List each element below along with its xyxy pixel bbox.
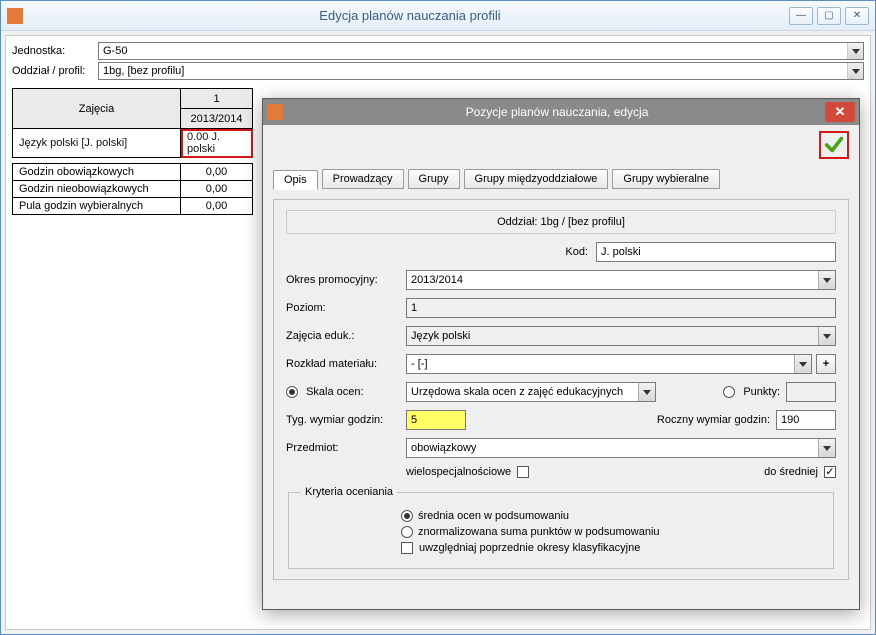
kryteria-legend: Kryteria oceniania <box>301 486 397 498</box>
chevron-down-icon <box>818 327 835 345</box>
skala-value: Urzędowa skala ocen z zajęć edukacyjnych <box>411 386 623 398</box>
window-controls: — ▢ ✕ <box>789 7 869 25</box>
chevron-down-icon <box>794 355 811 373</box>
godzin-obow-value: 0,00 <box>181 164 253 181</box>
kod-label: Kod: <box>565 246 588 258</box>
main-title: Edycja planów nauczania profili <box>31 8 789 23</box>
minimize-button[interactable]: — <box>789 7 813 25</box>
wielospec-checkbox[interactable] <box>517 466 529 478</box>
skala-radio[interactable] <box>286 386 298 398</box>
main-titlebar: Edycja planów nauczania profili — ▢ ✕ <box>1 1 875 31</box>
oddzial-label: Oddział / profil: <box>12 65 98 77</box>
poziom-input: 1 <box>406 298 836 318</box>
maximize-button[interactable]: ▢ <box>817 7 841 25</box>
poziom-value: 1 <box>411 302 417 314</box>
plan-table: Zajęcia 1 2013/2014 Język polski [J. pol… <box>12 88 253 215</box>
skala-combo[interactable]: Urzędowa skala ocen z zajęć edukacyjnych <box>406 382 656 402</box>
add-rozklad-button[interactable]: + <box>816 354 836 374</box>
edit-dialog: Pozycje planów nauczania, edycja ✕ Opis … <box>262 98 860 610</box>
jednostka-combo[interactable]: G-50 <box>98 42 864 60</box>
krit-uwzgl-label: uwzględniaj poprzednie okresy klasyfikac… <box>419 542 640 554</box>
godzin-nieobow-label: Godzin nieobowiązkowych <box>13 181 181 198</box>
col1-year: 2013/2014 <box>181 109 253 129</box>
jednostka-label: Jednostka: <box>12 45 98 57</box>
chevron-down-icon <box>818 271 835 289</box>
kryteria-opt-uwzgl[interactable]: uwzględniaj poprzednie okresy klasyfikac… <box>401 542 821 554</box>
tab-grupy[interactable]: Grupy <box>408 169 460 189</box>
chevron-down-icon <box>847 63 863 79</box>
dialog-title: Pozycje planów nauczania, edycja <box>289 105 825 119</box>
przedmiot-label: Przedmiot: <box>286 442 406 454</box>
krit-srednia-radio[interactable] <box>401 510 413 522</box>
pula-label: Pula godzin wybieralnych <box>13 198 181 215</box>
tyg-label: Tyg. wymiar godzin: <box>286 414 406 426</box>
dialog-close-button[interactable]: ✕ <box>825 102 855 122</box>
tab-bar: Opis Prowadzący Grupy Grupy międzyoddzia… <box>273 169 849 189</box>
chevron-down-icon <box>818 439 835 457</box>
kryteria-fieldset: Kryteria oceniania średnia ocen w podsum… <box>288 486 834 569</box>
skala-label: Skala ocen: <box>306 386 363 398</box>
pula-value: 0,00 <box>181 198 253 215</box>
oddzial-value: 1bg, [bez profilu] <box>103 65 184 77</box>
tab-prowadzacy[interactable]: Prowadzący <box>322 169 404 189</box>
godzin-nieobow-value: 0,00 <box>181 181 253 198</box>
tyg-input[interactable]: 5 <box>406 410 466 430</box>
close-button[interactable]: ✕ <box>845 7 869 25</box>
roczny-label: Roczny wymiar godzin: <box>657 414 770 426</box>
check-icon <box>823 134 845 156</box>
col1-number: 1 <box>181 89 253 109</box>
roczny-input[interactable]: 190 <box>776 410 836 430</box>
krit-srednia-label: średnia ocen w podsumowaniu <box>418 510 569 522</box>
punkty-input <box>786 382 836 402</box>
punkty-radio-wrap[interactable]: Punkty: <box>723 386 780 398</box>
zajecia-eduk-label: Zajęcia eduk.: <box>286 330 406 342</box>
godzin-obow-label: Godzin obowiązkowych <box>13 164 181 181</box>
krit-znorm-radio[interactable] <box>401 526 413 538</box>
app-icon <box>7 8 23 24</box>
przedmiot-value: obowiązkowy <box>411 442 476 454</box>
okres-value: 2013/2014 <box>411 274 463 286</box>
okres-label: Okres promocyjny: <box>286 274 406 286</box>
tab-miedzy[interactable]: Grupy międzyoddziałowe <box>464 169 609 189</box>
subject-cell[interactable]: Język polski [J. polski] <box>13 129 181 158</box>
wielospec-label: wielospecjalnościowe <box>406 466 511 478</box>
roczny-value: 190 <box>781 414 799 426</box>
dialog-icon <box>267 104 283 120</box>
subject-hours-cell[interactable]: 0.00 J. polski <box>181 129 253 158</box>
zajecia-header: Zajęcia <box>13 89 181 129</box>
punkty-radio[interactable] <box>723 386 735 398</box>
oddzial-combo[interactable]: 1bg, [bez profilu] <box>98 62 864 80</box>
poziom-label: Poziom: <box>286 302 406 314</box>
rozklad-label: Rozkład materiału: <box>286 358 406 370</box>
kryteria-opt-znorm[interactable]: znormalizowana suma punktów w podsumowan… <box>401 526 821 538</box>
dialog-titlebar: Pozycje planów nauczania, edycja ✕ <box>263 99 859 125</box>
krit-uwzgl-checkbox[interactable] <box>401 542 413 554</box>
dialog-body: Opis Prowadzący Grupy Grupy międzyoddzia… <box>263 125 859 609</box>
jednostka-value: G-50 <box>103 45 127 57</box>
tyg-value: 5 <box>411 414 417 426</box>
dosredniej-checkbox[interactable] <box>824 466 836 478</box>
kryteria-opt-srednia[interactable]: średnia ocen w podsumowaniu <box>401 510 821 522</box>
okres-combo[interactable]: 2013/2014 <box>406 270 836 290</box>
confirm-button[interactable] <box>819 131 849 159</box>
dosredniej-label: do średniej <box>764 466 818 478</box>
tab-panel-opis: Oddział: 1bg / [bez profilu] Kod: J. pol… <box>273 199 849 580</box>
tab-wybieralne[interactable]: Grupy wybieralne <box>612 169 720 189</box>
punkty-label: Punkty: <box>743 386 780 398</box>
chevron-down-icon <box>847 43 863 59</box>
rozklad-combo[interactable]: - [-] <box>406 354 812 374</box>
rozklad-value: - [-] <box>411 358 428 370</box>
panel-oddzial-header: Oddział: 1bg / [bez profilu] <box>286 210 836 234</box>
zajecia-eduk-combo[interactable]: Język polski <box>406 326 836 346</box>
kod-value: J. polski <box>601 246 641 258</box>
kod-input[interactable]: J. polski <box>596 242 836 262</box>
zajecia-eduk-value: Język polski <box>411 330 470 342</box>
krit-znorm-label: znormalizowana suma punktów w podsumowan… <box>418 526 660 538</box>
tab-opis[interactable]: Opis <box>273 170 318 190</box>
chevron-down-icon <box>638 383 655 401</box>
przedmiot-combo[interactable]: obowiązkowy <box>406 438 836 458</box>
skala-radio-wrap[interactable]: Skala ocen: <box>286 386 406 398</box>
